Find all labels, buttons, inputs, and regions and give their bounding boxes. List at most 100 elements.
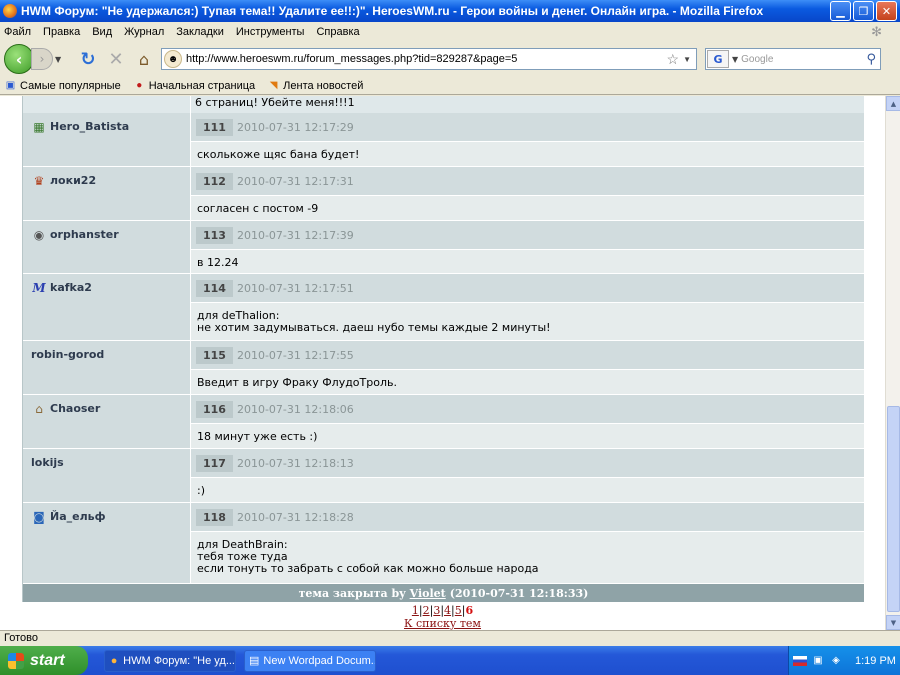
post-line: для DeathBrain: (197, 538, 288, 551)
post-number[interactable]: 115 (196, 346, 233, 364)
crown-icon: ♛ (33, 174, 45, 188)
close-button[interactable]: ✕ (876, 1, 897, 21)
post-number[interactable]: 118 (196, 508, 233, 526)
stop-button[interactable]: ✕ (105, 49, 127, 70)
page-link-2[interactable]: 2 (423, 604, 430, 617)
url-bar[interactable]: ☻ http://www.heroeswm.ru/forum_messages.… (161, 48, 697, 70)
start-label: start (30, 651, 65, 669)
system-tray: ▣ ◈ 1:19 PM (788, 646, 900, 675)
forum-post: ⌂ Chaoser 116 2010-07-31 12:18:06 18 минут… (23, 395, 864, 449)
bookmarks-toolbar: ▣ Самые популярные ● Начальная страница ◥ Л… (0, 77, 900, 95)
search-box[interactable]: G ▼ Google ⚲ (705, 48, 881, 70)
forum-post: ♛ локи22 112 2010-07-31 12:17:31 согласен … (23, 167, 864, 221)
page-link-3[interactable]: 3 (433, 604, 440, 617)
page-link-1[interactable]: 1 (412, 604, 419, 617)
forward-button[interactable]: › (31, 48, 53, 70)
author-name[interactable]: Йа_ельф (50, 510, 106, 523)
start-button[interactable]: start (0, 646, 88, 675)
post-date: 2010-07-31 12:17:51 (236, 281, 354, 295)
menu-bookmarks[interactable]: Закладки (176, 26, 224, 38)
reload-button[interactable]: ↻ (77, 49, 99, 70)
author-name[interactable]: lokijs (31, 456, 64, 469)
volume-icon[interactable]: ◈ (829, 654, 843, 668)
bookmark-news-feed[interactable]: ◥ Лента новостей (267, 79, 364, 92)
history-dropdown-icon[interactable]: ▼ (55, 55, 67, 64)
window-title: HWM Форум: "Не удержался:) Тупая тема!! … (21, 4, 764, 18)
search-engine-icon[interactable]: G (707, 50, 729, 68)
search-engine-dropdown-icon[interactable]: ▼ (732, 55, 738, 64)
post-number[interactable]: 113 (196, 226, 233, 244)
post-body: Введит в игру Фраку ФлудоТроль. (191, 370, 864, 394)
post-body: в 12.24 (191, 250, 864, 273)
back-to-topics: К списку тем (0, 617, 885, 630)
forum-post: ◙ Йа_ельф 118 2010-07-31 12:18:28 для Deat… (23, 503, 864, 584)
menu-tools[interactable]: Инструменты (236, 26, 305, 38)
post-number[interactable]: 112 (196, 172, 233, 190)
menu-history[interactable]: Журнал (124, 26, 164, 38)
network-icon[interactable]: ▣ (811, 654, 825, 668)
maximize-button[interactable]: ❐ (853, 1, 874, 21)
url-dropdown-icon[interactable]: ▼ (683, 55, 691, 64)
author-name[interactable]: robin-gorod (31, 348, 104, 361)
author-name[interactable]: orphanster (50, 228, 119, 241)
guild-flag-icon: ▦ (33, 120, 45, 134)
post-number[interactable]: 114 (196, 279, 233, 297)
search-icon[interactable]: ⚲ (866, 52, 876, 67)
author-name[interactable]: локи22 (50, 174, 96, 187)
page-link-5[interactable]: 5 (455, 604, 462, 617)
page-link-4[interactable]: 4 (444, 604, 451, 617)
post-line: сколькоже щяс бана будет! (197, 148, 360, 161)
post-date: 2010-07-31 12:17:31 (236, 174, 354, 188)
vertical-scrollbar[interactable]: ▲ ▼ (885, 96, 900, 630)
search-input[interactable]: Google (741, 54, 866, 65)
post-number[interactable]: 116 (196, 400, 233, 418)
menu-help[interactable]: Справка (316, 26, 359, 38)
clock[interactable]: 1:19 PM (855, 655, 896, 667)
post-author: ⌂ Chaoser (23, 395, 191, 449)
closed-by-link[interactable]: Violet (410, 587, 446, 600)
minimize-button[interactable]: ▁ (830, 1, 851, 21)
bookmark-start-page[interactable]: ● Начальная страница (133, 79, 255, 92)
author-name[interactable]: Hero_Batista (50, 120, 129, 133)
post-body: согласен с постом -9 (191, 196, 864, 220)
back-button[interactable]: ‹ (4, 44, 34, 74)
scroll-down-icon[interactable]: ▼ (886, 615, 900, 630)
post-body: сколькоже щяс бана будет! (191, 142, 864, 166)
bookmark-star-icon[interactable]: ☆ (667, 51, 680, 68)
bookmark-most-visited[interactable]: ▣ Самые популярные (4, 79, 121, 92)
back-to-topics-link[interactable]: К списку тем (404, 617, 481, 630)
menu-view[interactable]: Вид (92, 26, 112, 38)
post-line: :) (197, 484, 205, 497)
task-label: New Wordpad Docum... (263, 654, 376, 667)
swirl-icon: ◉ (33, 228, 45, 242)
post-line: 18 минут уже есть :) (197, 430, 318, 443)
hands-icon: ⌂ (35, 402, 43, 416)
author-name[interactable]: kafka2 (50, 281, 92, 294)
post-header: 115 2010-07-31 12:17:55 (191, 341, 864, 370)
post-body: для deThalion: не хотим задумываться. дае… (191, 303, 864, 340)
post-number[interactable]: 111 (196, 118, 233, 136)
post-author: ♛ локи22 (23, 167, 191, 221)
post-header: 114 2010-07-31 12:17:51 (191, 274, 864, 303)
post-line: не хотим задумываться. даеш нубо темы ка… (197, 321, 551, 334)
post-header: 112 2010-07-31 12:17:31 (191, 167, 864, 196)
post-date: 2010-07-31 12:18:13 (236, 456, 354, 470)
author-name[interactable]: Chaoser (50, 402, 100, 415)
post-header: 116 2010-07-31 12:18:06 (191, 395, 864, 424)
scroll-up-icon[interactable]: ▲ (886, 96, 900, 111)
post-number[interactable]: 117 (196, 454, 233, 472)
home-button[interactable]: ⌂ (133, 50, 155, 69)
letter-m-icon: M (32, 281, 46, 295)
forum-post: Mkafka2 114 2010-07-31 12:17:51 для deTha… (23, 274, 864, 341)
scroll-thumb[interactable] (887, 406, 900, 612)
taskbar-item-wordpad[interactable]: ▤ New Wordpad Docum... (244, 649, 376, 672)
language-flag-icon[interactable] (793, 655, 807, 666)
site-favicon-icon: ☻ (164, 50, 182, 68)
taskbar-item-firefox[interactable]: ● HWM Форум: "Не уд... (104, 649, 236, 672)
menu-file[interactable]: Файл (4, 26, 31, 38)
post-text: 6 страниц! Убейте меня!!!1 (191, 96, 864, 113)
post-author: Mkafka2 (23, 274, 191, 341)
menu-edit[interactable]: Правка (43, 26, 80, 38)
status-bar: Готово (0, 630, 900, 646)
url-input[interactable]: http://www.heroeswm.ru/forum_messages.ph… (186, 53, 667, 65)
